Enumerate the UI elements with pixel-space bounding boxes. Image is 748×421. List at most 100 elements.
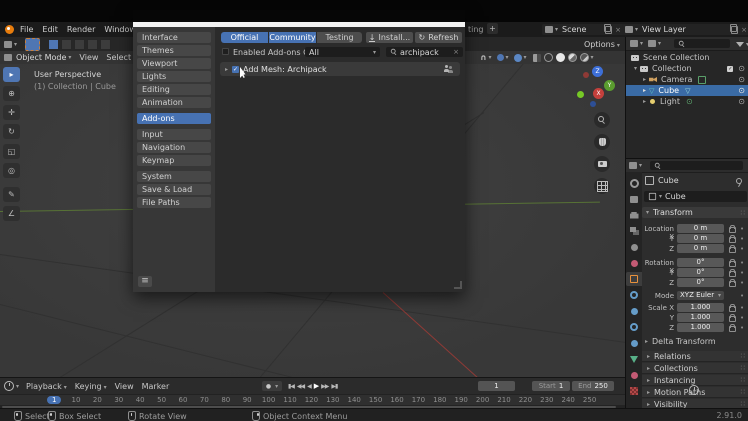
outliner-row-scene-collection[interactable]: Scene Collection bbox=[626, 52, 748, 63]
animate-dot[interactable]: • bbox=[740, 292, 744, 300]
sidebar-item-save-load[interactable]: Save & Load bbox=[137, 184, 211, 195]
new-scene-icon[interactable] bbox=[603, 24, 613, 34]
active-tool-button[interactable] bbox=[25, 37, 41, 51]
playback-menu[interactable]: Playback ▾ bbox=[26, 382, 67, 391]
addon-row[interactable]: ▸ ✓ Add Mesh: Archipack bbox=[220, 62, 460, 76]
tool-select-box[interactable]: ▸ bbox=[3, 67, 20, 82]
tool-annotate[interactable]: ✎ bbox=[3, 187, 20, 202]
shading-rendered-icon[interactable] bbox=[579, 53, 589, 62]
ruler-tick[interactable]: 20 bbox=[93, 396, 102, 404]
start-frame-field[interactable]: Start 1 bbox=[532, 381, 570, 391]
ruler-tick[interactable]: 70 bbox=[200, 396, 209, 404]
select-mode-extend-icon[interactable] bbox=[61, 38, 73, 50]
location-x-field[interactable]: 0 m bbox=[677, 224, 724, 233]
keying-menu[interactable]: Keying ▾ bbox=[75, 382, 107, 391]
install-button[interactable]: ↓ Install... bbox=[366, 32, 413, 43]
animate-dot[interactable]: • bbox=[740, 279, 744, 287]
add-workspace-button[interactable]: + bbox=[487, 23, 498, 34]
vp-menu-select[interactable]: Select bbox=[106, 53, 131, 62]
expand-addon-icon[interactable]: ▸ bbox=[225, 66, 228, 73]
animate-dot[interactable]: • bbox=[740, 314, 744, 322]
animate-dot[interactable]: • bbox=[740, 245, 744, 253]
sidebar-item-animation[interactable]: Animation bbox=[137, 97, 211, 108]
tab-constraints[interactable] bbox=[626, 336, 642, 350]
scale-x-field[interactable]: 1.000 bbox=[677, 303, 724, 312]
tab-particles[interactable] bbox=[626, 304, 642, 318]
location-y-field[interactable]: 0 m bbox=[677, 234, 724, 243]
sidebar-item-system[interactable]: System bbox=[137, 171, 211, 182]
view-menu[interactable]: View bbox=[115, 382, 134, 391]
scale-z-field[interactable]: 1.000 bbox=[677, 323, 724, 332]
filter-funnel-icon[interactable] bbox=[736, 40, 744, 49]
ruler-tick[interactable]: 230 bbox=[540, 396, 553, 404]
transform-panel-header[interactable]: ▾ Transform ∷ bbox=[642, 207, 748, 218]
rotation-y-field[interactable]: 0° bbox=[677, 268, 724, 277]
tool-rotate[interactable]: ↻ bbox=[3, 124, 20, 139]
ruler-tick[interactable]: 40 bbox=[136, 396, 145, 404]
shading-material-icon[interactable] bbox=[567, 53, 577, 62]
vp-menu-view[interactable]: View bbox=[79, 53, 98, 62]
preferences-menu-button[interactable]: ≡ bbox=[138, 276, 152, 287]
animate-dot[interactable]: • bbox=[740, 225, 744, 233]
ruler-tick[interactable]: 120 bbox=[305, 396, 318, 404]
view-layer-selector[interactable]: ▾ View Layer × bbox=[622, 24, 748, 35]
proportional-edit-icon[interactable] bbox=[496, 54, 504, 61]
outliner-row-light[interactable]: ▸ Light ⊙ ⊙ bbox=[626, 96, 748, 107]
rotation-mode-dropdown[interactable]: XYZ Euler ▾ bbox=[677, 291, 724, 300]
tab-view-layer[interactable] bbox=[626, 224, 642, 238]
lock-icon[interactable] bbox=[729, 278, 736, 287]
outliner-editor-icon[interactable] bbox=[630, 40, 638, 47]
delta-transform-panel[interactable]: ▸ Delta Transform bbox=[645, 337, 716, 346]
shading-wireframe-icon[interactable] bbox=[543, 53, 553, 62]
tab-modifiers[interactable] bbox=[626, 288, 642, 302]
tab-scene[interactable] bbox=[626, 240, 642, 254]
lock-icon[interactable] bbox=[729, 313, 736, 322]
ruler-tick[interactable]: 160 bbox=[390, 396, 403, 404]
tab-world[interactable] bbox=[626, 256, 642, 270]
ruler-tick[interactable]: 100 bbox=[262, 396, 275, 404]
lock-icon[interactable] bbox=[729, 224, 736, 233]
sidebar-item-add-ons[interactable]: Add-ons bbox=[137, 113, 211, 124]
properties-editor-icon[interactable] bbox=[629, 162, 637, 169]
sidebar-item-keymap[interactable]: Keymap bbox=[137, 155, 211, 166]
sidebar-item-input[interactable]: Input bbox=[137, 129, 211, 140]
snap-magnet-icon[interactable]: ∩ bbox=[480, 53, 487, 62]
resize-grip[interactable] bbox=[454, 281, 462, 289]
sidebar-item-file-paths[interactable]: File Paths bbox=[137, 197, 211, 208]
gizmo-y-neg[interactable] bbox=[577, 91, 584, 98]
sidebar-item-editing[interactable]: Editing bbox=[137, 84, 211, 95]
outliner-row-collection[interactable]: ▾ Collection ✓ ⊙ bbox=[626, 63, 748, 74]
ruler-tick[interactable]: 80 bbox=[221, 396, 230, 404]
sidebar-item-lights[interactable]: Lights bbox=[137, 71, 211, 82]
panel-collections[interactable]: ▸ Collections ∷ bbox=[642, 363, 748, 374]
tab-object-data[interactable] bbox=[626, 352, 642, 366]
timeline-editor-icon[interactable] bbox=[4, 381, 14, 391]
animate-dot[interactable]: • bbox=[740, 304, 744, 312]
ortho-toggle-button[interactable] bbox=[594, 178, 610, 194]
lock-icon[interactable] bbox=[729, 323, 736, 332]
auto-keying-button[interactable]: ● ▾ bbox=[262, 381, 282, 391]
ruler-tick[interactable]: 90 bbox=[243, 396, 252, 404]
animate-dot[interactable]: • bbox=[740, 324, 744, 332]
properties-search-field[interactable] bbox=[650, 161, 743, 170]
lock-icon[interactable] bbox=[729, 258, 736, 267]
select-mode-invert-icon[interactable] bbox=[87, 38, 99, 50]
eye-icon[interactable]: ⊙ bbox=[738, 75, 745, 84]
animate-dot[interactable]: • bbox=[740, 269, 744, 277]
tab-testing[interactable]: Testing bbox=[317, 32, 362, 43]
clear-search-icon[interactable]: × bbox=[453, 48, 459, 56]
close-icon[interactable]: × bbox=[741, 26, 747, 34]
animate-dot[interactable]: • bbox=[740, 235, 744, 243]
location-z-field[interactable]: 0 m bbox=[677, 244, 724, 253]
marker-menu[interactable]: Marker bbox=[142, 382, 170, 391]
object-name-field[interactable]: ▾ Cube bbox=[644, 191, 747, 202]
prev-keyframe-button[interactable]: ◀◀ bbox=[297, 383, 305, 390]
tab-physics[interactable] bbox=[626, 320, 642, 334]
eye-icon[interactable]: ⊙ bbox=[738, 64, 745, 73]
ruler-tick[interactable]: 10 bbox=[72, 396, 81, 404]
preferences-titlebar[interactable] bbox=[133, 10, 465, 22]
editor-type-icon[interactable] bbox=[4, 40, 12, 48]
end-frame-field[interactable]: End 250 bbox=[572, 381, 614, 391]
mode-dropdown[interactable]: Object Mode bbox=[16, 53, 66, 62]
outliner-row-cube[interactable]: ▸ ▽ Cube ▽ ⊙ bbox=[626, 85, 748, 96]
